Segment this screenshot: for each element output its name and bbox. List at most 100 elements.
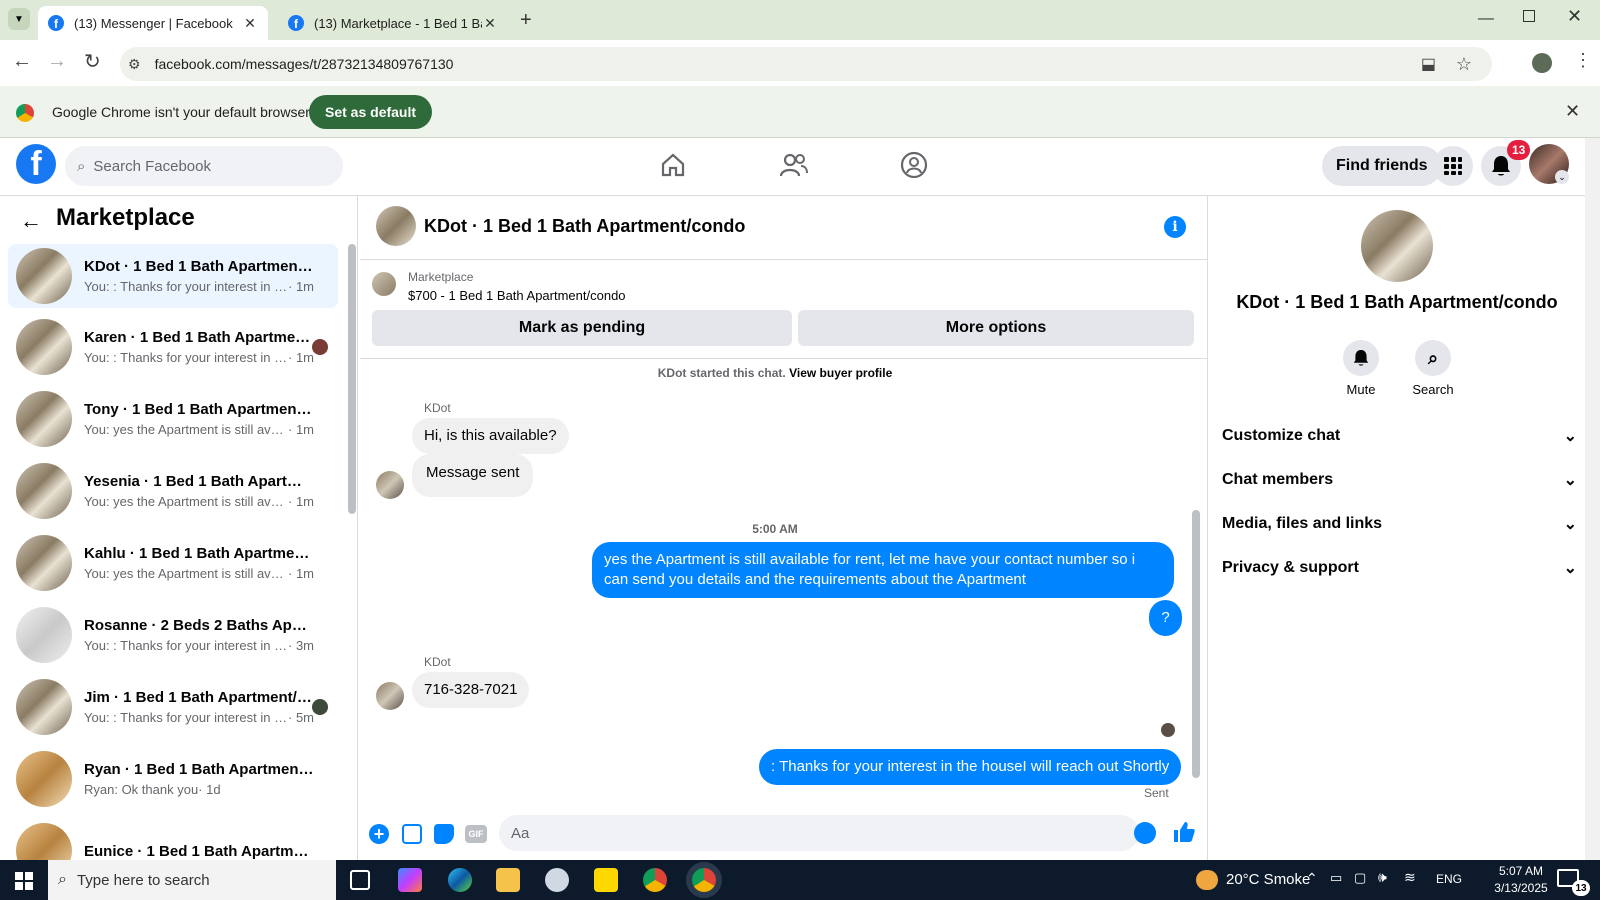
site-info-icon[interactable]: ⚙ — [128, 56, 141, 73]
chevron-down-icon: ⌄ — [1563, 560, 1577, 577]
chrome-icon[interactable] — [692, 868, 716, 892]
back-arrow-icon[interactable]: ← — [20, 208, 42, 234]
listing-thumbnail — [16, 535, 72, 591]
conversation-info-icon[interactable]: i — [1164, 216, 1186, 238]
more-options-button[interactable]: More options — [798, 310, 1194, 346]
sticky-notes-icon[interactable] — [594, 868, 618, 892]
conversation-item[interactable]: Ryan · 1 Bed 1 Bath Apartment/condo Ryan… — [8, 747, 338, 811]
listing-title[interactable]: $700 - 1 Bed 1 Bath Apartment/condo — [408, 288, 626, 303]
paint-icon[interactable] — [545, 868, 569, 892]
profile-avatar[interactable] — [1361, 210, 1433, 282]
conversation-item[interactable]: Eunice · 1 Bed 1 Bath Apartment/condo — [8, 819, 338, 860]
windows-start-icon[interactable] — [15, 872, 33, 890]
forward-icon[interactable]: → — [47, 50, 67, 73]
message-input[interactable]: Aa — [499, 815, 1139, 851]
incoming-message[interactable]: 716-328-7021 — [412, 672, 530, 708]
reload-icon[interactable]: ↻ — [84, 49, 101, 74]
search-conversation-icon[interactable]: ⌕ — [1415, 340, 1451, 376]
tab-search-icon[interactable]: ▼ — [8, 8, 30, 30]
customize-chat-section[interactable]: Customize chat ⌄ — [1222, 416, 1577, 456]
edge-icon[interactable] — [448, 868, 472, 892]
chat-started-text: KDot started this chat. — [657, 366, 786, 380]
task-view-icon[interactable] — [350, 870, 370, 890]
clock-date[interactable]: 3/13/2025 — [1476, 881, 1566, 895]
conversation-item[interactable]: Tony · 1 Bed 1 Bath Apartment/condo You:… — [8, 387, 338, 451]
copilot-icon[interactable] — [398, 868, 422, 892]
address-bar[interactable]: ⚙ facebook.com/messages/t/28732134809767… — [120, 47, 1492, 81]
new-tab-icon[interactable]: + — [520, 9, 532, 32]
incoming-message[interactable]: Message sent — [412, 454, 534, 497]
search-icon: ⌕ — [77, 157, 86, 175]
conversation-item[interactable]: Karen · 1 Bed 1 Bath Apartment/condo You… — [8, 315, 338, 379]
media-files-links-section[interactable]: Media, files and links ⌄ — [1222, 504, 1577, 544]
facebook-search-input[interactable]: ⌕ Search Facebook — [65, 146, 343, 186]
language-indicator[interactable]: ENG — [1436, 872, 1462, 886]
view-buyer-profile-link[interactable]: View buyer profile — [789, 366, 892, 380]
file-explorer-icon[interactable] — [496, 868, 520, 892]
mark-as-pending-button[interactable]: Mark as pending — [372, 310, 792, 346]
chat-title[interactable]: KDot · 1 Bed 1 Bath Apartment/condo — [424, 216, 745, 237]
infobar-close-icon[interactable]: ✕ — [1565, 101, 1580, 122]
chat-members-section[interactable]: Chat members ⌄ — [1222, 460, 1577, 500]
restore-icon[interactable] — [1523, 10, 1535, 22]
conversation-item[interactable]: Kahlu · 1 Bed 1 Bath Apartment/condo You… — [8, 531, 338, 595]
listing-thumbnail — [16, 823, 72, 860]
photo-icon[interactable] — [402, 824, 422, 844]
conversation-item[interactable]: Rosanne · 2 Beds 2 Baths Apartment You: … — [8, 603, 338, 667]
outgoing-message[interactable]: yes the Apartment is still available for… — [592, 542, 1174, 598]
sticker-icon[interactable] — [434, 824, 454, 844]
wifi-icon[interactable]: ≋ — [1404, 869, 1416, 886]
account-chevron-icon[interactable]: ⌄ — [1555, 170, 1569, 184]
thumbs-up-icon[interactable] — [1172, 820, 1196, 844]
chat-scrollbar[interactable] — [1192, 510, 1200, 778]
battery-icon[interactable]: ▢ — [1354, 870, 1366, 886]
set-as-default-button[interactable]: Set as default — [309, 95, 433, 129]
profile-title: KDot · 1 Bed 1 Bath Apartment/condo — [1236, 292, 1558, 312]
network-icon[interactable]: ▭ — [1330, 870, 1342, 886]
chrome-menu-icon[interactable]: ⋮ — [1574, 50, 1592, 71]
find-friends-button[interactable]: Find friends — [1322, 146, 1442, 186]
friends-nav-icon[interactable] — [780, 152, 808, 178]
listing-thumbnail — [16, 391, 72, 447]
close-tab-icon[interactable]: ✕ — [482, 15, 498, 32]
bookmark-star-icon[interactable]: ☆ — [1456, 54, 1472, 75]
minimize-icon[interactable]: — — [1478, 10, 1494, 28]
privacy-support-section[interactable]: Privacy & support ⌄ — [1222, 548, 1577, 588]
conversation-item[interactable]: Jim · 1 Bed 1 Bath Apartment/condo You: … — [8, 675, 338, 739]
chat-info-panel: KDot · 1 Bed 1 Bath Apartment/condo Mute… — [1207, 196, 1585, 860]
conversation-time: · 3m — [288, 638, 314, 653]
chrome-profile-icon[interactable] — [643, 868, 667, 892]
chat-avatar[interactable] — [376, 206, 416, 246]
close-window-icon[interactable]: ✕ — [1567, 6, 1582, 27]
gif-icon[interactable]: GIF — [465, 825, 487, 843]
outgoing-message[interactable]: : Thanks for your interest in the houseI… — [759, 749, 1182, 785]
page-scrollbar[interactable] — [1585, 138, 1600, 860]
emoji-icon[interactable] — [1134, 822, 1156, 844]
outgoing-message[interactable]: ? — [1149, 600, 1182, 636]
facebook-logo-icon[interactable]: f — [16, 144, 56, 184]
tab-title: (13) Marketplace - 1 Bed 1 Bath — [314, 15, 482, 31]
home-nav-icon[interactable] — [660, 152, 686, 178]
volume-icon[interactable]: 🕪 — [1378, 869, 1387, 886]
list-scrollbar[interactable] — [348, 244, 356, 514]
close-tab-icon[interactable]: ✕ — [242, 15, 258, 32]
plus-icon[interactable]: + — [369, 824, 389, 844]
install-app-icon[interactable]: ⬓ — [1421, 54, 1436, 74]
back-icon[interactable]: ← — [12, 50, 32, 73]
taskbar-search-box[interactable]: ⌕ Type here to search — [48, 860, 336, 900]
profile-icon[interactable] — [1532, 53, 1552, 73]
tab-messenger[interactable]: f (13) Messenger | Facebook ✕ — [38, 6, 268, 40]
groups-nav-icon[interactable] — [900, 151, 928, 179]
clock-time[interactable]: 5:07 AM — [1476, 864, 1566, 878]
tab-marketplace[interactable]: f (13) Marketplace - 1 Bed 1 Bath ✕ — [278, 6, 508, 40]
incoming-message[interactable]: Hi, is this available? — [412, 418, 569, 454]
show-hidden-icons-icon[interactable]: ⌃ — [1306, 870, 1318, 887]
conversation-item[interactable]: Yesenia · 1 Bed 1 Bath Apartment/condo Y… — [8, 459, 338, 523]
listing-thumbnail — [16, 319, 72, 375]
menu-grid-icon[interactable] — [1433, 146, 1473, 186]
conversation-time: · 1m — [288, 350, 314, 365]
conversation-item[interactable]: KDot · 1 Bed 1 Bath Apartment/condo You:… — [8, 244, 338, 308]
default-browser-infobar: Google Chrome isn't your default browser… — [0, 86, 1600, 138]
weather-text[interactable]: 20°C Smoke — [1226, 871, 1310, 888]
mute-bell-icon[interactable] — [1343, 340, 1379, 376]
